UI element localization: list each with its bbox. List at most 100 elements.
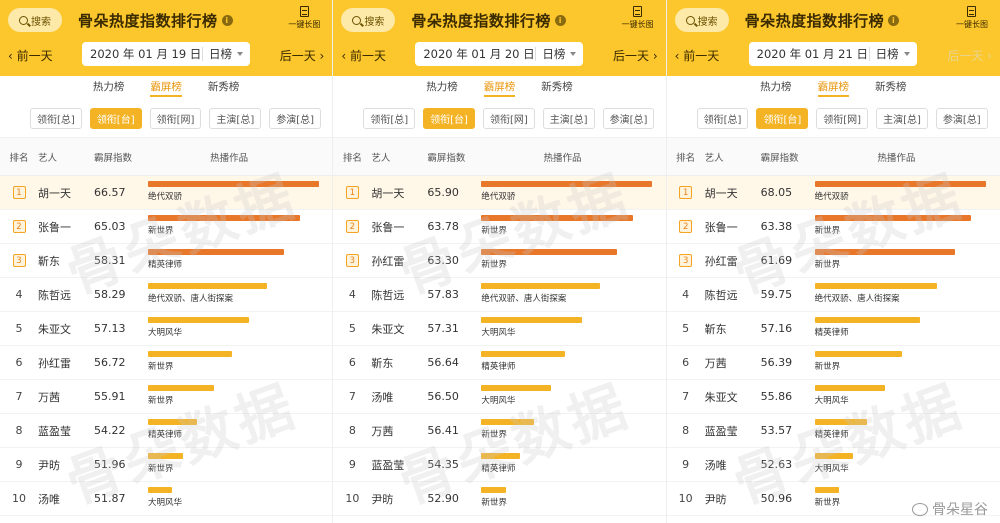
filter-button[interactable]: 主演[总] bbox=[209, 108, 262, 129]
rank-cell: 9 bbox=[333, 458, 371, 471]
bar-area: 新世界 bbox=[481, 419, 655, 445]
tab-2[interactable]: 新秀榜 bbox=[541, 79, 573, 96]
table-row[interactable]: 3 孙红雷 61.69 新世界 bbox=[666, 244, 1000, 278]
artist-name: 万茜 bbox=[38, 390, 60, 404]
rank-cell: 3 bbox=[667, 254, 705, 267]
date-navigation: ‹ 前一天 2020 年 01 月 21 日日榜 后一天 › bbox=[667, 40, 1000, 68]
rank-cell: 7 bbox=[0, 390, 38, 403]
filter-button[interactable]: 领衔[台] bbox=[756, 108, 809, 129]
table-row[interactable]: 10 尹昉 52.90 新世界 bbox=[333, 482, 666, 516]
table-row[interactable]: 8 蓝盈莹 53.57 精英律师 bbox=[666, 414, 1000, 448]
table-row[interactable]: 6 孙红雷 56.72 新世界 bbox=[0, 346, 333, 380]
filter-button[interactable]: 领衔[台] bbox=[423, 108, 475, 129]
search-button[interactable]: 搜索 bbox=[8, 8, 62, 32]
long-image-label: 一键长图 bbox=[288, 20, 321, 29]
table-row[interactable]: 8 蓝盈莹 54.22 精英律师 bbox=[0, 414, 333, 448]
table-row[interactable]: 1 胡一天 65.90 绝代双骄 bbox=[333, 176, 666, 210]
rank-cell: 5 bbox=[0, 322, 38, 335]
info-icon[interactable]: i bbox=[221, 15, 233, 26]
table-row[interactable]: 10 汤唯 51.87 大明风华 bbox=[0, 482, 333, 516]
table-row[interactable]: 2 张鲁一 63.78 新世界 bbox=[333, 210, 666, 244]
period-select[interactable]: 日榜 bbox=[203, 46, 243, 62]
table-row[interactable]: 9 蓝盈莹 54.35 精英律师 bbox=[333, 448, 666, 482]
filter-button[interactable]: 主演[总] bbox=[876, 108, 928, 129]
table-row[interactable]: 3 孙红雷 63.30 新世界 bbox=[333, 244, 666, 278]
next-day-button[interactable]: 后一天 › bbox=[947, 47, 992, 64]
table-row[interactable]: 7 万茜 55.91 新世界 bbox=[0, 380, 333, 414]
next-day-button[interactable]: 后一天 › bbox=[613, 47, 658, 64]
artist-name: 孙红雷 bbox=[38, 356, 71, 370]
search-button[interactable]: 搜索 bbox=[674, 8, 729, 32]
tab-2[interactable]: 新秀榜 bbox=[875, 79, 907, 96]
filter-button[interactable]: 参演[总] bbox=[935, 108, 988, 129]
artist-name: 尹昉 bbox=[371, 492, 394, 506]
tab-0[interactable]: 热力榜 bbox=[426, 79, 458, 96]
tab-2[interactable]: 新秀榜 bbox=[208, 79, 240, 96]
filter-button[interactable]: 主演[总] bbox=[542, 108, 595, 129]
table-row[interactable]: 2 张鲁一 63.38 新世界 bbox=[666, 210, 1000, 244]
artist-name: 万茜 bbox=[704, 356, 727, 370]
date-selector[interactable]: 2020 年 01 月 19 日日榜 bbox=[82, 42, 250, 66]
bar-area: 绝代双骄 bbox=[481, 181, 655, 207]
table-row[interactable]: 6 靳东 56.64 精英律师 bbox=[333, 346, 666, 380]
table-row[interactable]: 1 胡一天 68.05 绝代双骄 bbox=[666, 176, 1000, 210]
table-row[interactable]: 9 尹昉 51.96 新世界 bbox=[0, 448, 333, 482]
period-select[interactable]: 日榜 bbox=[870, 46, 910, 62]
next-day-button[interactable]: 后一天 › bbox=[280, 47, 325, 64]
tab-1[interactable]: 霸屏榜 bbox=[483, 79, 516, 97]
prev-day-button[interactable]: ‹ 前一天 bbox=[8, 47, 53, 64]
bar-area: 新世界 bbox=[481, 249, 655, 275]
score-value: 53.57 bbox=[760, 424, 793, 437]
bar-area: 大明风华 bbox=[148, 317, 322, 343]
score-value: 65.90 bbox=[427, 186, 459, 199]
filter-button[interactable]: 领衔[网] bbox=[816, 108, 869, 129]
date-selector[interactable]: 2020 年 01 月 20 日日榜 bbox=[415, 42, 584, 66]
table-row[interactable]: 4 陈哲远 58.29 绝代双骄、唐人街探案 bbox=[0, 278, 333, 312]
filter-button[interactable]: 参演[总] bbox=[269, 108, 322, 129]
table-row[interactable]: 1 胡一天 66.57 绝代双骄 bbox=[0, 176, 333, 210]
tab-1[interactable]: 霸屏榜 bbox=[817, 79, 850, 97]
prev-day-button[interactable]: ‹ 前一天 bbox=[341, 47, 386, 64]
table-row[interactable]: 7 朱亚文 55.86 大明风华 bbox=[666, 380, 1000, 414]
artist-name: 陈哲远 bbox=[38, 288, 71, 302]
prev-day-button[interactable]: ‹ 前一天 bbox=[675, 47, 720, 64]
tab-0[interactable]: 热力榜 bbox=[760, 79, 792, 96]
info-icon[interactable]: i bbox=[554, 15, 566, 26]
score-bar bbox=[481, 317, 583, 323]
table-row[interactable]: 3 靳东 58.31 精英律师 bbox=[0, 244, 333, 278]
table-row[interactable]: 9 汤唯 52.63 大明风华 bbox=[666, 448, 1000, 482]
filter-button[interactable]: 参演[总] bbox=[602, 108, 655, 129]
rank-cell: 6 bbox=[0, 356, 38, 369]
works-label: 精英律师 bbox=[481, 464, 516, 474]
table-row[interactable]: 5 朱亚文 57.31 大明风华 bbox=[333, 312, 666, 346]
tab-0[interactable]: 热力榜 bbox=[93, 79, 125, 96]
table-row[interactable]: 5 朱亚文 57.13 大明风华 bbox=[0, 312, 333, 346]
bar-area: 大明风华 bbox=[148, 487, 322, 513]
bar-area: 大明风华 bbox=[481, 317, 655, 343]
table-row[interactable]: 5 靳东 57.16 精英律师 bbox=[666, 312, 1000, 346]
works-label: 大明风华 bbox=[814, 396, 849, 406]
filter-button[interactable]: 领衔[总] bbox=[30, 108, 82, 129]
tab-1[interactable]: 霸屏榜 bbox=[150, 79, 182, 97]
search-button[interactable]: 搜索 bbox=[341, 8, 396, 32]
table-row[interactable]: 4 陈哲远 59.75 绝代双骄、唐人街探案 bbox=[666, 278, 1000, 312]
rank-cell: 1 bbox=[333, 186, 371, 199]
filter-button[interactable]: 领衔[总] bbox=[363, 108, 416, 129]
filter-button[interactable]: 领衔[台] bbox=[89, 108, 142, 129]
filter-button[interactable]: 领衔[网] bbox=[149, 108, 202, 129]
table-row[interactable]: 8 万茜 56.41 新世界 bbox=[333, 414, 666, 448]
table-row[interactable]: 4 陈哲远 57.83 绝代双骄、唐人街探案 bbox=[333, 278, 666, 312]
score-value: 52.90 bbox=[427, 492, 459, 505]
table-row[interactable]: 6 万茜 56.39 新世界 bbox=[666, 346, 1000, 380]
table-row[interactable]: 7 汤唯 56.50 大明风华 bbox=[333, 380, 666, 414]
long-image-button[interactable]: 一键长图 bbox=[618, 6, 658, 30]
long-image-button[interactable]: 一键长图 bbox=[284, 6, 324, 30]
date-selector[interactable]: 2020 年 01 月 21 日日榜 bbox=[748, 42, 917, 66]
table-row[interactable]: 2 张鲁一 65.03 新世界 bbox=[0, 210, 333, 244]
filter-button[interactable]: 领衔[总] bbox=[696, 108, 749, 129]
filter-button[interactable]: 领衔[网] bbox=[482, 108, 535, 129]
long-image-button[interactable]: 一键长图 bbox=[952, 6, 992, 30]
ranking-tabs: 热力榜 霸屏榜 新秀榜 bbox=[0, 76, 333, 97]
period-select[interactable]: 日榜 bbox=[536, 46, 577, 62]
info-icon[interactable]: i bbox=[888, 15, 900, 26]
